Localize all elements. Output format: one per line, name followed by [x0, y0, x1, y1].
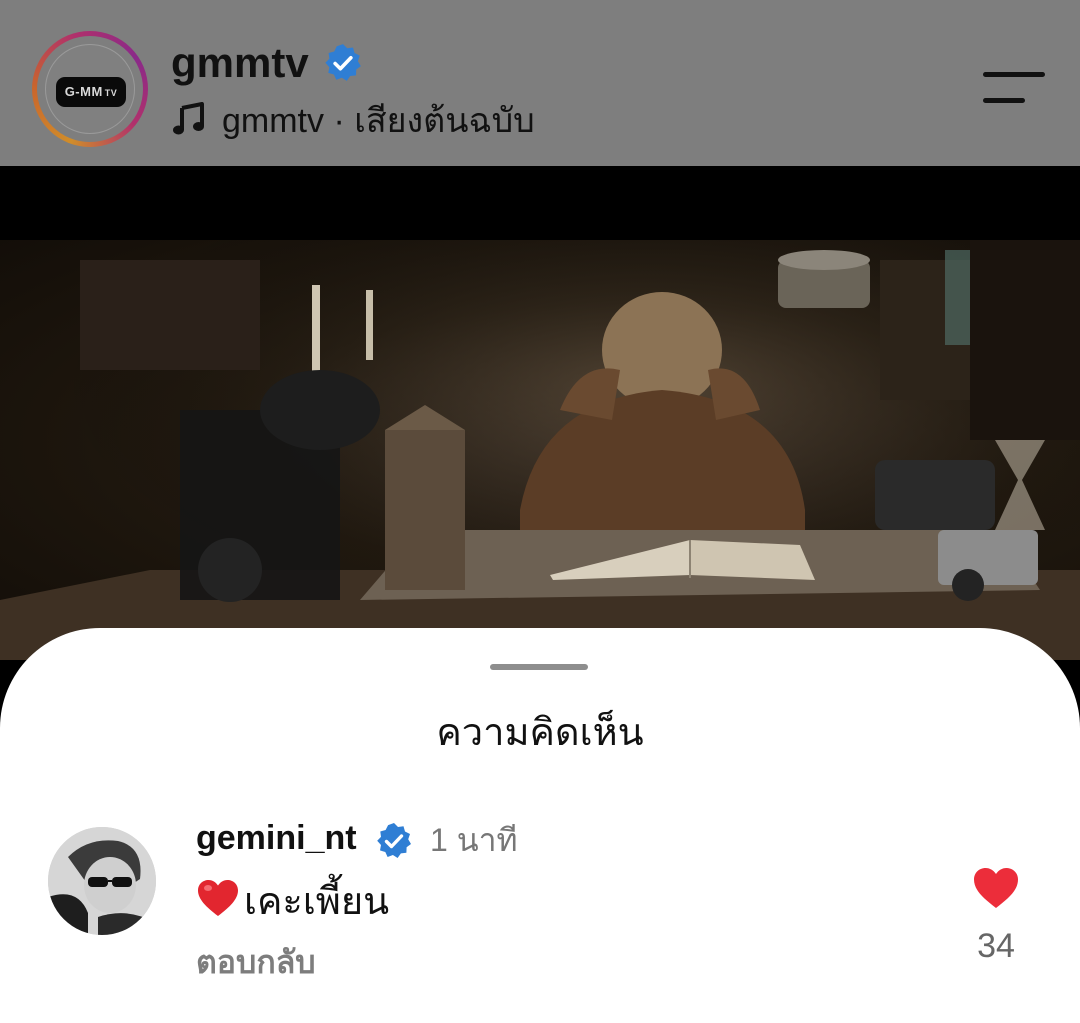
commenter-avatar-image — [48, 827, 156, 935]
avatar-ring-gap: G-MM TV — [37, 36, 143, 142]
menu-bar-top — [983, 72, 1045, 77]
comment-text: เคะเพี้ยน — [244, 881, 390, 923]
comments-title: ความคิดเห็น — [436, 712, 644, 754]
gmmtv-logo-sub: TV — [104, 88, 118, 98]
drag-handle[interactable] — [490, 664, 588, 670]
original-audio-link[interactable]: gmmtv · เสียงต้นฉบับ — [222, 100, 535, 142]
red-heart-emoji-icon — [198, 880, 238, 916]
account-name[interactable]: gmmtv — [171, 38, 309, 88]
heart-like-icon[interactable] — [972, 866, 1020, 910]
reply-button[interactable]: ตอบกลับ — [196, 940, 316, 984]
gmmtv-logo: G-MM TV — [56, 77, 126, 107]
video-player[interactable] — [0, 240, 1080, 660]
comment-body: เคะเพี้ยน — [196, 878, 389, 926]
video-frame — [0, 240, 1080, 660]
verified-badge-icon — [325, 44, 361, 81]
account-avatar[interactable]: G-MM TV — [32, 31, 148, 147]
commenter-avatar[interactable] — [48, 827, 156, 935]
comment-username[interactable]: gemini_nt — [196, 816, 357, 860]
like-count: 34 — [977, 927, 1015, 965]
avatar-core: G-MM TV — [45, 44, 135, 134]
post-header: G-MM TV gmmtv gmmtv · เสียงต้นฉบับ — [0, 0, 1080, 166]
verified-badge-icon — [377, 823, 411, 858]
gmmtv-logo-text: G-MM — [64, 84, 103, 99]
menu-icon[interactable] — [983, 72, 1045, 106]
comment-timestamp: 1 นาที — [430, 822, 518, 858]
music-note-icon — [173, 102, 204, 135]
menu-bar-bottom — [983, 98, 1025, 103]
comments-sheet: ความคิดเห็น gemini_nt 1 นาที เคะเพี้ยน ต… — [0, 628, 1080, 1023]
